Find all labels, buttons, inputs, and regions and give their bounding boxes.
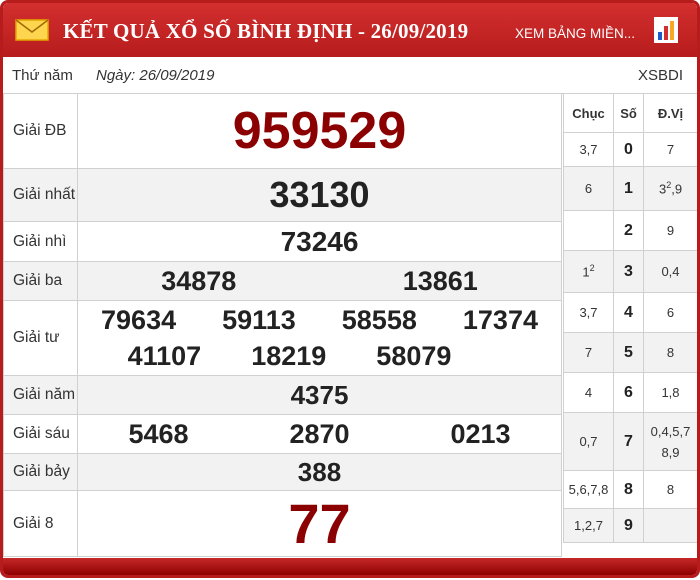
prize-number: 5468 xyxy=(128,418,189,449)
page-title: KẾT QUẢ XỔ SỐ BÌNH ĐỊNH - 26/09/2019 xyxy=(63,19,469,43)
loto-digit: 7 xyxy=(613,412,644,471)
loto-units: 9 xyxy=(643,210,697,251)
prize-label: Giải nhất xyxy=(3,168,78,222)
loto-digit: 3 xyxy=(613,250,644,293)
prize-number: 13861 xyxy=(402,265,478,296)
loto-tens: 12 xyxy=(563,250,614,293)
prize-number: 73246 xyxy=(280,225,359,257)
loto-digit: 9 xyxy=(613,508,644,543)
loto-row: 3,7 4 6 xyxy=(563,292,697,333)
loto-header-row: Chục Số Đ.Vị xyxy=(563,93,697,133)
special-prize-number: 959529 xyxy=(232,102,407,160)
loto-tens: 1,2,7 xyxy=(563,508,614,543)
loto-row: 6 1 32,9 xyxy=(563,166,697,211)
prize-number: 4375 xyxy=(290,379,349,410)
draw-date: Ngày: 26/09/2019 xyxy=(96,67,215,84)
prize-table: Giải ĐB 959529 Giải nhất 33130 Giải nhì … xyxy=(3,93,562,557)
prize-label: Giải tư xyxy=(3,300,78,376)
lottery-code: XSBDI xyxy=(637,67,683,84)
prize-label: Giải năm xyxy=(3,375,78,415)
loto-digit: 4 xyxy=(613,292,644,333)
prize-number: 58079 xyxy=(376,340,452,371)
prize-number: 388 xyxy=(297,456,342,487)
prize-number: 79634 xyxy=(101,304,177,335)
loto-units: 6 xyxy=(643,292,697,333)
prize-label: Giải sáu xyxy=(3,414,78,454)
loto-digit: 5 xyxy=(613,332,644,373)
loto-row: 4 6 1,8 xyxy=(563,372,697,413)
prize-row-sixth: Giải sáu 5468 2870 0213 xyxy=(3,414,562,454)
loto-row: 12 3 0,4 xyxy=(563,250,697,293)
prize-number: 17374 xyxy=(462,304,538,335)
loto-row: 2 9 xyxy=(563,210,697,251)
loto-row: 0,7 7 0,4,5,7 8,9 xyxy=(563,412,697,471)
loto-row: 1,2,7 9 xyxy=(563,508,697,543)
loto-tens: 7 xyxy=(563,332,614,373)
bar-chart-icon[interactable] xyxy=(654,17,678,43)
view-region-table-link[interactable]: XEM BẢNG MIỀN... xyxy=(515,26,635,41)
loto-units: 0,4,5,7 8,9 xyxy=(643,412,697,471)
loto-row: 5,6,7,8 8 8 xyxy=(563,470,697,509)
prize-number: 41107 xyxy=(127,340,202,371)
loto-tens: 5,6,7,8 xyxy=(563,470,614,509)
prize-label: Giải ba xyxy=(3,261,78,301)
loto-table: Chục Số Đ.Vị 3,7 0 7 6 1 32,9 2 9 12 3 0… xyxy=(563,93,697,543)
loto-tens: 6 xyxy=(563,166,614,211)
prize-row-third: Giải ba 34878 13861 xyxy=(3,261,562,301)
tens-header: Chục xyxy=(563,93,614,133)
prize-number: 0213 xyxy=(450,418,511,449)
prize-label: Giải nhì xyxy=(3,221,78,262)
prize-row-special: Giải ĐB 959529 xyxy=(3,93,562,169)
prize-number: 33130 xyxy=(269,174,370,215)
prize-row-second: Giải nhì 73246 xyxy=(3,221,562,262)
loto-units: 32,9 xyxy=(643,166,697,211)
loto-units: 8 xyxy=(643,332,697,373)
loto-tens xyxy=(563,210,614,251)
loto-units: 0,4 xyxy=(643,250,697,293)
prize-label: Giải bảy xyxy=(3,453,78,491)
prize-number: 34878 xyxy=(161,265,237,296)
prize-number: 59113 xyxy=(222,304,296,335)
prize-label: Giải ĐB xyxy=(3,93,78,169)
weekday-label: Thứ năm xyxy=(12,67,73,84)
loto-tens: 4 xyxy=(563,372,614,413)
prize-row-eighth: Giải 8 77 xyxy=(3,490,562,557)
loto-units: 1,8 xyxy=(643,372,697,413)
loto-digit: 1 xyxy=(613,166,644,211)
prize-row-fourth: Giải tư 79634 59113 58558 17374 41107 18… xyxy=(3,300,562,376)
loto-units: 8 xyxy=(643,470,697,509)
loto-units: 7 xyxy=(643,132,697,167)
eighth-prize-number: 77 xyxy=(288,492,351,555)
prize-number: 2870 xyxy=(289,418,350,449)
loto-digit: 0 xyxy=(613,132,644,167)
prize-label: Giải 8 xyxy=(3,490,78,557)
prize-row-first: Giải nhất 33130 xyxy=(3,168,562,222)
prize-number: 18219 xyxy=(251,340,327,371)
footer-bar xyxy=(3,558,697,575)
header-bar: KẾT QUẢ XỔ SỐ BÌNH ĐỊNH - 26/09/2019 XEM… xyxy=(3,3,697,57)
loto-tens: 3,7 xyxy=(563,132,614,167)
loto-digit: 6 xyxy=(613,372,644,413)
loto-row: 3,7 0 7 xyxy=(563,132,697,167)
loto-tens: 3,7 xyxy=(563,292,614,333)
digit-header: Số xyxy=(613,93,644,133)
loto-units xyxy=(643,508,697,543)
loto-tens: 0,7 xyxy=(563,412,614,471)
prize-number: 58558 xyxy=(341,304,417,335)
units-header: Đ.Vị xyxy=(643,93,697,133)
loto-digit: 8 xyxy=(613,470,644,509)
envelope-icon xyxy=(15,19,49,41)
loto-row: 7 5 8 xyxy=(563,332,697,373)
prize-row-seventh: Giải bảy 388 xyxy=(3,453,562,491)
prize-row-fifth: Giải năm 4375 xyxy=(3,375,562,415)
results-panel: KẾT QUẢ XỔ SỐ BÌNH ĐỊNH - 26/09/2019 XEM… xyxy=(0,0,700,578)
loto-digit: 2 xyxy=(613,210,644,251)
draw-info-bar: Thứ năm Ngày: 26/09/2019 XSBDI xyxy=(3,57,697,94)
